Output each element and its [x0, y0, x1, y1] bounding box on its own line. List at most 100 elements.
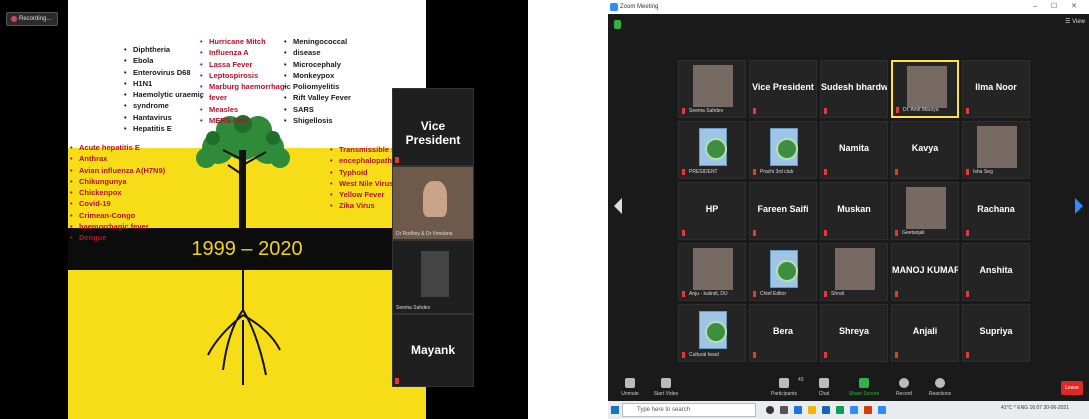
- participant-tile[interactable]: Anjali: [891, 304, 959, 362]
- muted-mic-icon: [824, 108, 827, 114]
- view-button[interactable]: ☰ View: [1065, 18, 1085, 25]
- disease-item: Leptospirosis: [200, 70, 291, 82]
- windows-taskbar: Type here to search 41°C ^ ENG 16:07 30-…: [608, 401, 1089, 419]
- participant-caption: PRESIDENT: [689, 169, 718, 175]
- chrome-icon[interactable]: [794, 406, 802, 414]
- participant-tile[interactable]: Anshita: [962, 243, 1030, 301]
- participant-tile[interactable]: Seema Sahdev: [392, 240, 474, 314]
- share-screen-label: Share Screen: [848, 391, 880, 397]
- slide-column-1: Diphtheria Ebola Enterovirus D68 H1N1 Ha…: [124, 44, 204, 135]
- share-screen-button[interactable]: Share Screen: [844, 378, 884, 397]
- next-page-arrow-icon[interactable]: [1075, 198, 1083, 214]
- participant-tile[interactable]: Vice President: [392, 88, 474, 166]
- participant-tile[interactable]: Dr Rodhey & Dr Vondana: [392, 166, 474, 240]
- participant-tile[interactable]: Rachana: [962, 182, 1030, 240]
- record-label: Record: [895, 391, 913, 397]
- participant-name: Muskan: [837, 204, 871, 214]
- zoom-taskbar-icon[interactable]: [850, 406, 858, 414]
- participant-tile[interactable]: Shruti: [820, 243, 888, 301]
- start-video-label: Start Video: [653, 391, 679, 397]
- participant-tile[interactable]: MANOJ KUMAR: [891, 243, 959, 301]
- participant-tile[interactable]: Supriya: [962, 304, 1030, 362]
- participant-tile[interactable]: Prachi 3rd club: [749, 121, 817, 179]
- disease-item: Acute hepatitis E: [70, 142, 165, 154]
- reactions-button[interactable]: Reactions: [920, 378, 960, 397]
- participant-video-avatar: [906, 187, 946, 229]
- windows-start-icon[interactable]: [611, 406, 619, 414]
- leave-button[interactable]: Leave: [1061, 381, 1083, 395]
- disease-item: disease: [284, 47, 351, 59]
- cortana-icon[interactable]: [766, 406, 774, 414]
- participant-name: Mayank: [410, 343, 456, 357]
- muted-mic-icon: [895, 169, 898, 175]
- participant-tile[interactable]: Vice President: [749, 60, 817, 118]
- participant-video-avatar: [421, 251, 449, 297]
- participant-tile[interactable]: Namita: [820, 121, 888, 179]
- disease-item: Dengue: [70, 232, 165, 244]
- disease-item: Anthrax: [70, 153, 165, 165]
- previous-page-arrow-icon[interactable]: [614, 198, 622, 214]
- disease-item: Diphtheria: [124, 44, 204, 56]
- chat-button[interactable]: Chat: [804, 378, 844, 397]
- window-title-bar: Zoom Meeting – ☐ ✕: [608, 0, 1089, 14]
- participant-caption: Dr. Amit Maurya: [903, 107, 939, 113]
- disease-item: Meningococcal: [284, 36, 351, 48]
- file-explorer-icon[interactable]: [808, 406, 816, 414]
- participant-name: Rachana: [977, 204, 1015, 214]
- record-dot-icon: [11, 16, 17, 22]
- start-video-button[interactable]: Start Video: [646, 378, 686, 397]
- participant-tile[interactable]: Seema Sahdev: [678, 60, 746, 118]
- task-view-icon[interactable]: [780, 406, 788, 414]
- recording-label: Recording...: [19, 16, 52, 22]
- participant-name: Sudesh bhardwaj: [821, 82, 888, 92]
- participant-tile[interactable]: Ilma Noor: [962, 60, 1030, 118]
- disease-item: Monkeypox: [284, 70, 351, 82]
- participant-caption: Geetanjali: [902, 230, 925, 236]
- participant-tile[interactable]: Geetanjali: [891, 182, 959, 240]
- muted-mic-icon: [824, 169, 827, 175]
- taskbar-search-input[interactable]: Type here to search: [622, 403, 756, 417]
- disease-item: Enterovirus D68: [124, 67, 204, 79]
- disease-item: Measles: [200, 104, 291, 116]
- participant-tile[interactable]: Shreya: [820, 304, 888, 362]
- tree-illustration-icon: [196, 115, 290, 385]
- record-button[interactable]: Record: [884, 378, 924, 397]
- disease-item: Hantavirus: [124, 112, 204, 124]
- participant-tile[interactable]: Muskan: [820, 182, 888, 240]
- participant-tile[interactable]: HP: [678, 182, 746, 240]
- participant-tile[interactable]: Fareen Saifi: [749, 182, 817, 240]
- unmute-button[interactable]: Unmute: [610, 378, 650, 397]
- club-logo-icon: [770, 250, 798, 288]
- participant-tile[interactable]: Kavya: [891, 121, 959, 179]
- participant-tile[interactable]: Chief Editor: [749, 243, 817, 301]
- office-icon[interactable]: [864, 406, 872, 414]
- slide-column-2: Hurricane Mitch Influenza A Lassa Fever …: [200, 36, 291, 127]
- muted-mic-icon: [824, 352, 827, 358]
- participant-name: Anjali: [912, 326, 938, 336]
- participant-video-avatar: [907, 66, 947, 108]
- muted-mic-icon: [966, 352, 969, 358]
- participant-tile[interactable]: Anju - kalindi, DU: [678, 243, 746, 301]
- store-icon[interactable]: [822, 406, 830, 414]
- disease-item: Crimean-Congo: [70, 210, 165, 222]
- participant-name: Fareen Saifi: [757, 204, 809, 214]
- participant-tile[interactable]: Cultural head: [678, 304, 746, 362]
- window-controls[interactable]: – ☐ ✕: [1033, 0, 1083, 14]
- participant-tile[interactable]: Mayank: [392, 314, 474, 387]
- participant-tile[interactable]: Dr. Amit Maurya: [891, 60, 959, 118]
- disease-item: Haemolytic uraemic: [124, 89, 204, 101]
- recording-indicator: Recording...: [6, 12, 58, 26]
- muted-mic-icon: [824, 291, 827, 297]
- zoom-meeting-taskbar-icon[interactable]: [878, 406, 886, 414]
- disease-item: Hepatitis E: [124, 123, 204, 135]
- participant-tile[interactable]: Bera: [749, 304, 817, 362]
- shield-icon[interactable]: [614, 20, 621, 29]
- participant-caption: Cultural head: [689, 352, 719, 358]
- participant-tile[interactable]: PRESIDENT: [678, 121, 746, 179]
- participant-tile[interactable]: Sudesh bhardwaj: [820, 60, 888, 118]
- system-tray[interactable]: 41°C ^ ENG 16:07 30-06-2021: [1001, 405, 1069, 411]
- edge-icon[interactable]: [836, 406, 844, 414]
- participant-tile[interactable]: Isha Seg: [962, 121, 1030, 179]
- disease-item: MERS-CoV: [200, 115, 291, 127]
- microphone-icon: [625, 378, 635, 388]
